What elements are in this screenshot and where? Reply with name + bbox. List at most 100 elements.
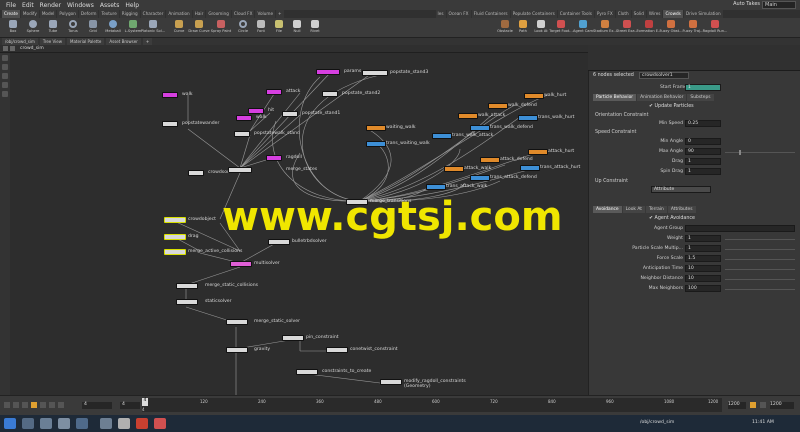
drag-field[interactable]: 1: [685, 158, 721, 165]
tab-asset-browser[interactable]: Asset Browser: [106, 38, 141, 45]
shelf-tab-model[interactable]: Model: [39, 10, 57, 18]
shelf-tab-fluid-containers[interactable]: Fluid Containers: [471, 10, 510, 18]
taskbar-app-icon[interactable]: [22, 418, 34, 429]
jump-end-icon[interactable]: [58, 402, 64, 408]
zoom-tool-icon[interactable]: [2, 73, 8, 79]
breadcrumb[interactable]: crowd_sim: [20, 46, 44, 51]
force-scale-field[interactable]: 1.5: [685, 255, 721, 262]
shelf-tab-create[interactable]: Create: [2, 10, 20, 18]
tab-terrain[interactable]: Terrain: [645, 206, 667, 213]
shelf-tab-modify[interactable]: Modify: [20, 10, 39, 18]
grid-toggle-icon[interactable]: [2, 82, 8, 88]
menu-file[interactable]: File: [6, 2, 16, 9]
tab-animation-behavior[interactable]: Animation Behavior: [637, 94, 687, 101]
tab-avoidance[interactable]: Avoidance: [593, 206, 622, 213]
tab-tree-view[interactable]: Tree View: [39, 38, 66, 45]
tab-particle-behavior[interactable]: Particle Behavior: [593, 94, 637, 101]
shelf-tab-solid[interactable]: Solid: [631, 10, 646, 18]
tool-fuzzy-obstacle[interactable]: Fuzzy Obst...: [659, 20, 683, 37]
current-frame-field[interactable]: 4: [82, 402, 112, 409]
end-frame-field[interactable]: 1200: [728, 402, 746, 409]
anticipation-time-field[interactable]: 10: [685, 265, 721, 272]
min-angle-field[interactable]: 0: [685, 138, 721, 145]
taskbar-app-icon[interactable]: [136, 418, 148, 429]
shelf-tab-cloudfx[interactable]: Cloud FX: [231, 10, 255, 18]
step-back-icon[interactable]: [13, 402, 19, 408]
tool-fuzzy-trajectory[interactable]: Fuzzy Traj...: [683, 20, 703, 37]
shelf-tab-character[interactable]: Character: [140, 10, 166, 18]
shelf-tab-crowds[interactable]: Crowds: [663, 10, 683, 18]
shelf-tab-hair[interactable]: Hair: [192, 10, 206, 18]
jump-start-icon[interactable]: [4, 402, 10, 408]
tool-draw-curve[interactable]: Draw Curve: [188, 20, 210, 37]
agent-avoidance-checkbox[interactable]: ✔ Agent Avoidance: [649, 216, 695, 221]
shelf-tab-wires[interactable]: Wires: [646, 10, 663, 18]
tool-rivet[interactable]: Rivet: [306, 20, 324, 37]
audio-icon[interactable]: [760, 402, 766, 408]
menu-help[interactable]: Help: [125, 2, 139, 9]
start-icon[interactable]: [4, 418, 16, 429]
key-icon[interactable]: [750, 402, 756, 408]
tool-ragdoll-run[interactable]: Ragdoll Run...: [703, 20, 727, 37]
weight-field[interactable]: 1: [685, 235, 721, 242]
forward-icon[interactable]: [10, 46, 15, 51]
tool-spray-paint[interactable]: Spray Paint: [211, 20, 231, 37]
max-angle-slider-handle[interactable]: [739, 150, 741, 155]
tool-platonic[interactable]: Platonic Sol...: [141, 20, 165, 37]
tool-target-foot[interactable]: Target Foot...: [549, 20, 573, 37]
shelf-tab-volume[interactable]: Volume: [255, 10, 276, 18]
spin-drag-field[interactable]: 1: [685, 168, 721, 175]
pan-tool-icon[interactable]: [2, 64, 8, 70]
shelf-tab-cloth[interactable]: Cloth: [615, 10, 631, 18]
play-icon[interactable]: [40, 402, 46, 408]
tab-look-at[interactable]: Look At: [622, 206, 645, 213]
menu-windows[interactable]: Windows: [67, 2, 94, 9]
desktop-select[interactable]: Main: [762, 1, 796, 9]
taskbar-app-icon[interactable]: [76, 418, 88, 429]
shelf-tab-oceanfx[interactable]: Ocean FX: [446, 10, 471, 18]
playhead[interactable]: 4: [142, 398, 148, 406]
stop-icon[interactable]: [31, 402, 37, 408]
timeline-bar[interactable]: 4 4 120 240 360 480 600 720 840 960 1080…: [142, 398, 722, 412]
taskbar-app-icon[interactable]: [58, 418, 70, 429]
desktop-label[interactable]: Auto Takes: [733, 1, 760, 7]
select-tool-icon[interactable]: [2, 55, 8, 61]
menu-assets[interactable]: Assets: [100, 2, 120, 9]
max-neighbors-field[interactable]: 100: [685, 285, 721, 292]
node-name-field[interactable]: crowdsolver1: [639, 72, 689, 79]
shelf-tab-container-tools[interactable]: Container Tools: [557, 10, 594, 18]
shelf-tab-animation[interactable]: Animation: [166, 10, 192, 18]
node-modify-ragdoll-constraints[interactable]: modify_ragdoll_constraints (Geometry): [380, 379, 470, 393]
taskbar-app-icon[interactable]: [154, 418, 166, 429]
taskbar-app-icon[interactable]: [40, 418, 52, 429]
shelf-tab-rigging[interactable]: Rigging: [119, 10, 140, 18]
tab-material-palette[interactable]: Material Palette: [67, 38, 105, 45]
frame-step-field[interactable]: 4: [120, 402, 140, 409]
source-select[interactable]: Attribute: [651, 186, 711, 193]
tool-formation-example[interactable]: Formation E...: [637, 20, 661, 37]
taskbar-window[interactable]: /obj/crowd_sim: [640, 420, 674, 425]
neighbor-distance-field[interactable]: 10: [685, 275, 721, 282]
max-angle-field[interactable]: 90: [685, 148, 721, 155]
shelf-tab-populate-containers[interactable]: Populate Containers: [510, 10, 557, 18]
shelf-tab-deform[interactable]: Deform: [78, 10, 99, 18]
min-speed-field[interactable]: 0.25: [685, 120, 721, 127]
tool-street-example[interactable]: Street Exa...: [616, 20, 638, 37]
tool-agent-cam[interactable]: Agent Cam: [573, 20, 593, 37]
max-angle-slider[interactable]: [725, 152, 795, 153]
shelf-tab-polygon[interactable]: Polygon: [57, 10, 78, 18]
taskbar-app-icon[interactable]: [118, 418, 130, 429]
tab-add[interactable]: +: [142, 38, 153, 45]
shelf-tab-drive-simulation[interactable]: Drive Simulation: [683, 10, 723, 18]
tab-attributes[interactable]: Attributes: [667, 206, 696, 213]
step-forward-icon[interactable]: [49, 402, 55, 408]
menu-render[interactable]: Render: [40, 2, 61, 9]
layout-icon[interactable]: [2, 91, 8, 97]
shelf-tab-texture[interactable]: Texture: [99, 10, 119, 18]
shelf-tab-ies[interactable]: Ies: [435, 10, 446, 18]
update-particles-checkbox[interactable]: ✔ Update Particles: [649, 104, 694, 109]
tool-stadium-example[interactable]: Stadium Ex...: [593, 20, 617, 37]
play-reverse-icon[interactable]: [22, 402, 28, 408]
agent-group-field[interactable]: [685, 225, 795, 232]
end-frame-field-2[interactable]: 1200: [770, 402, 794, 409]
